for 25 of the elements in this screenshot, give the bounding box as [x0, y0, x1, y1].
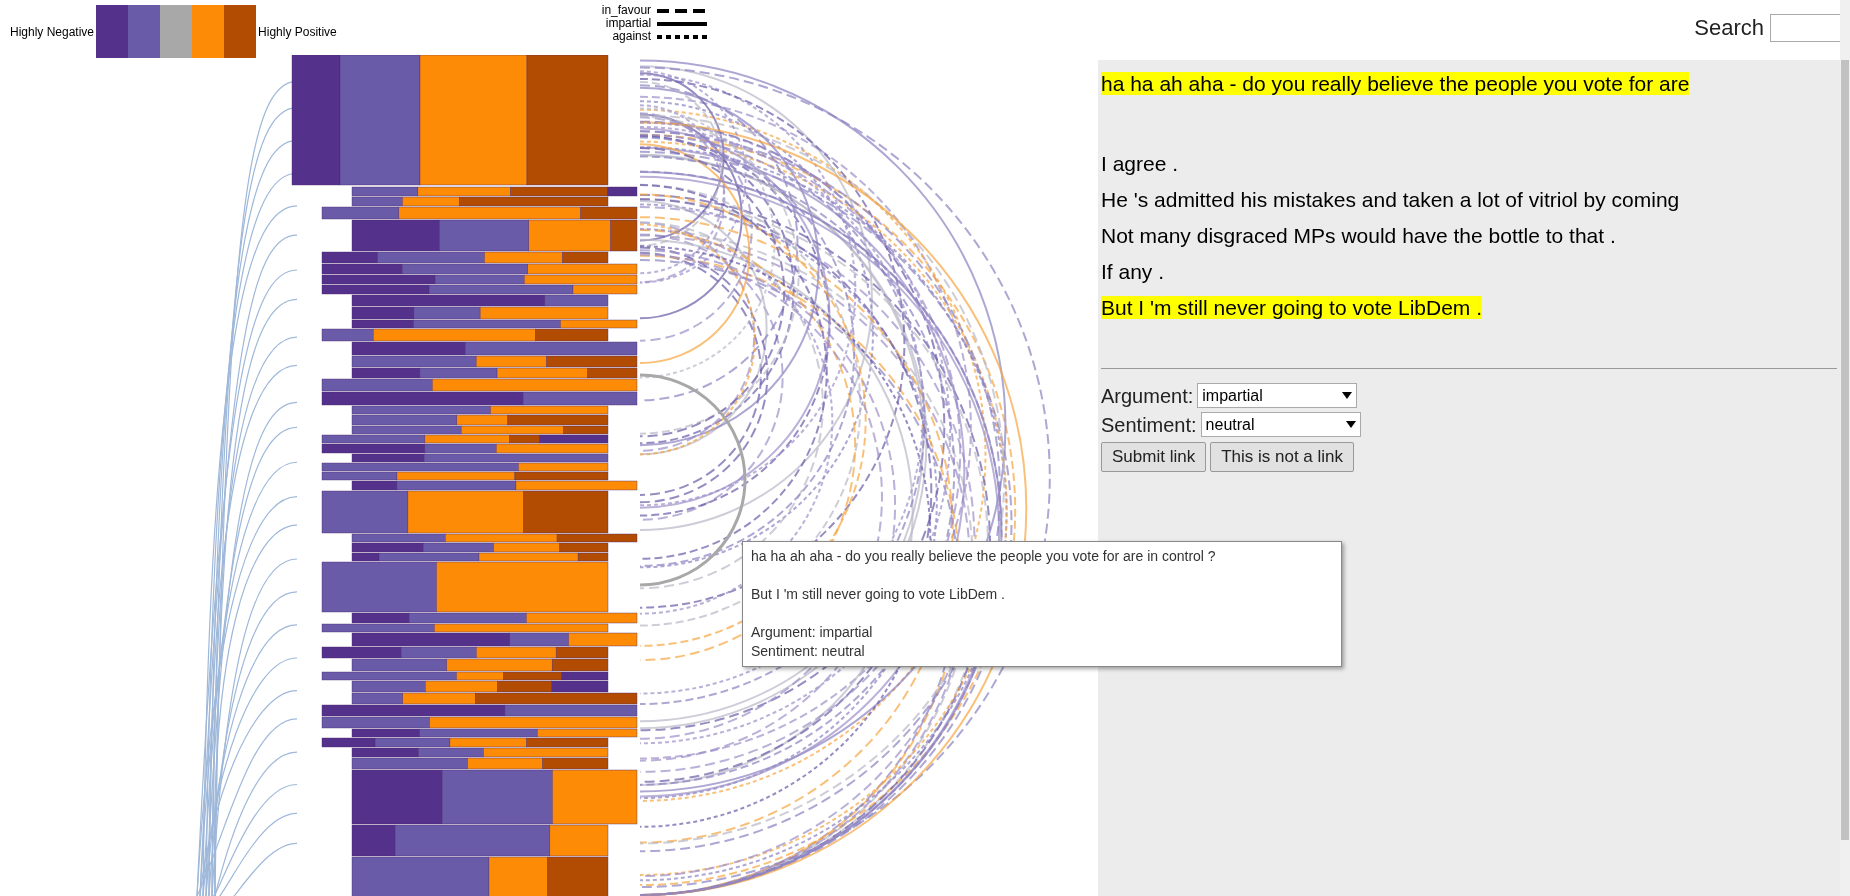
line-legend-label: against: [612, 30, 652, 43]
tooltip-quote: ha ha ah aha - do you really believe the people you vote for are in control ?: [751, 547, 1217, 566]
legend-low-label: Highly Negative: [10, 24, 95, 41]
search-field[interactable]: [1770, 14, 1842, 42]
dropdown-arrow-icon: [1342, 392, 1353, 399]
search-label: Search: [1694, 14, 1764, 42]
post-line: I agree .: [1101, 152, 1179, 175]
post-line: He 's admitted his mistakes and taken a lot of vitriol by coming: [1101, 188, 1680, 211]
field-label: Sentiment:: [1101, 412, 1197, 438]
scrollbar[interactable]: [1840, 0, 1850, 896]
post-line: Not many disgraced MPs would have the bottle to that .: [1101, 224, 1616, 247]
line-legend-label: impartial: [605, 17, 652, 30]
form-button[interactable]: Submit link: [1101, 442, 1207, 472]
post-quote: ha ha ah aha - do you really believe the people you vote for are: [1101, 72, 1690, 95]
line-legend-label: in_favour: [601, 4, 652, 17]
post-line: If any .: [1101, 260, 1165, 283]
field-label: Argument:: [1101, 383, 1194, 409]
tooltip-sentiment: Sentiment: neutral: [751, 642, 866, 661]
dropdown[interactable]: neutral: [1200, 412, 1361, 437]
legend-high-label: Highly Positive: [258, 24, 337, 41]
tooltip-argument: Argument: impartial: [751, 623, 874, 642]
tooltip-reply: But I 'm still never going to vote LibDem .: [751, 585, 1006, 604]
dropdown[interactable]: impartial: [1197, 383, 1358, 408]
form-button[interactable]: This is not a link: [1210, 442, 1355, 472]
dropdown-arrow-icon: [1345, 421, 1356, 428]
